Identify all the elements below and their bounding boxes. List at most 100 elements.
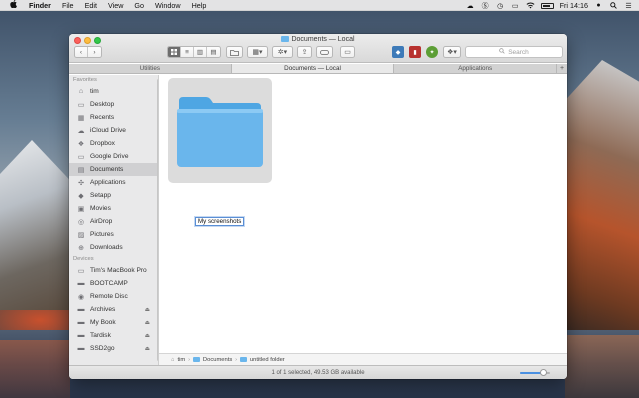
sidebar-item-my-book[interactable]: ▬ My Book ⏏ <box>69 316 158 329</box>
spotlight-icon[interactable] <box>609 2 618 10</box>
sidebar-item-dropbox[interactable]: ❖ Dropbox <box>69 137 158 150</box>
airdrop-icon: ◎ <box>77 218 85 226</box>
home-icon: ⌂ <box>78 88 84 95</box>
column-view-button[interactable]: ▥ <box>194 47 207 57</box>
view-mode-control: ≡ ▥ ▤ <box>167 46 221 58</box>
sidebar-item-setapp[interactable]: ◆ Setapp <box>69 189 158 202</box>
desktop-icon: ▭ <box>77 101 85 109</box>
sidebar-item-macbook-pro[interactable]: ▭ Tim's MacBook Pro <box>69 264 158 277</box>
sidebar-item-pictures[interactable]: ▨ Pictures <box>69 228 158 241</box>
path-item-documents[interactable]: Documents <box>203 357 232 363</box>
disk-icon: ▬ <box>77 345 85 352</box>
sidebar-item-desktop[interactable]: ▭ Desktop <box>69 98 158 111</box>
sidebar-item-label: Tardisk <box>90 332 111 339</box>
search-input[interactable]: Search <box>465 46 563 58</box>
disk-icon: ▬ <box>77 332 85 339</box>
sidebar-item-tardisk[interactable]: ▬ Tardisk ⏏ <box>69 329 158 342</box>
path-bar: ⌂ tim › Documents › untitled folder <box>159 353 567 365</box>
status-bar: 1 of 1 selected, 49.53 GB available <box>69 365 567 379</box>
eject-icon[interactable]: ⏏ <box>145 320 150 326</box>
filename-edit-field[interactable]: My screenshots <box>195 217 245 226</box>
sidebar-item-ssd2go[interactable]: ▬ SSD2go ⏏ <box>69 342 158 355</box>
gallery-view-button[interactable]: ▤ <box>207 47 220 57</box>
sidebar-item-remote-disc[interactable]: ◉ Remote Disc <box>69 290 158 303</box>
wallpaper-lake-glow-left <box>0 340 70 398</box>
setapp-icon: ◆ <box>78 192 84 200</box>
menu-view[interactable]: View <box>108 1 123 10</box>
folder-icon <box>192 357 200 362</box>
path-item-untitled-folder[interactable]: untitled folder <box>250 357 285 363</box>
finder-window: Documents — Local ‹ › ≡ ▥ ▤ ▦▾ ✲▾ ⇪ ▭ ◆ … <box>69 34 567 379</box>
file-browser-content[interactable]: My screenshots <box>159 75 567 353</box>
user-icon[interactable]: ● <box>594 2 603 10</box>
menu-finder[interactable]: Finder <box>29 1 51 10</box>
sidebar-item-label: Remote Disc <box>90 293 128 300</box>
icon-view-button[interactable] <box>168 47 181 57</box>
sidebar-item-recents[interactable]: ▦ Recents <box>69 111 158 124</box>
path-item-tim[interactable]: tim <box>178 357 186 363</box>
sidebar-item-label: SSD2go <box>90 345 115 352</box>
sidebar-item-label: Dropbox <box>90 140 115 147</box>
sidebar-item-movies[interactable]: ▣ Movies <box>69 202 158 215</box>
menu-edit[interactable]: Edit <box>85 1 97 10</box>
sidebar-item-airdrop[interactable]: ◎ AirDrop <box>69 215 158 228</box>
sidebar-item-label: iCloud Drive <box>90 127 126 134</box>
menu-help[interactable]: Help <box>192 1 207 10</box>
sidebar-item-google-drive[interactable]: ▭ Google Drive <box>69 150 158 163</box>
menu-go[interactable]: Go <box>134 1 144 10</box>
share-app-icon[interactable]: ✦ <box>426 46 438 58</box>
window-title: Documents — Local <box>69 36 567 43</box>
skype-icon[interactable]: Ⓢ <box>481 2 490 10</box>
new-folder-button[interactable] <box>226 46 243 58</box>
cloud-icon[interactable]: ☁ <box>466 2 475 10</box>
sidebar-item-applications[interactable]: ✣ Applications <box>69 176 158 189</box>
sidebar: Favorites ⌂ tim ▭ Desktop ▦ Recents ☁ iC… <box>69 75 159 368</box>
display-icon[interactable]: ▭ <box>511 2 520 10</box>
tab-documents[interactable]: Documents — Local <box>231 64 395 73</box>
folder-item-selected[interactable] <box>168 78 272 183</box>
sidebar-item-label: Downloads <box>90 244 123 251</box>
pictures-icon: ▨ <box>77 231 85 239</box>
apple-menu-icon[interactable] <box>8 0 18 10</box>
window-title-text: Documents — Local <box>291 36 355 43</box>
eject-icon[interactable]: ⏏ <box>145 333 150 339</box>
icon-size-slider[interactable] <box>520 369 550 376</box>
wifi-icon[interactable] <box>526 2 535 10</box>
sidebar-item-label: Movies <box>90 205 111 212</box>
sidebar-item-label: BOOTCAMP <box>90 280 128 287</box>
forward-button[interactable]: › <box>88 47 101 57</box>
app-store-toolbar-icon[interactable]: ◆ <box>392 46 404 58</box>
menu-window[interactable]: Window <box>155 1 181 10</box>
action-gear-button[interactable]: ✲▾ <box>272 46 293 58</box>
sidebar-item-archives[interactable]: ▬ Archives ⏏ <box>69 303 158 316</box>
recents-icon: ▦ <box>77 114 85 122</box>
dropbox-menu-button[interactable]: ❖▾ <box>443 46 461 58</box>
sidebar-item-downloads[interactable]: ⊕ Downloads <box>69 241 158 254</box>
downloads-icon: ⊕ <box>78 244 84 252</box>
sidebar-item-bootcamp[interactable]: ▬ BOOTCAMP <box>69 277 158 290</box>
share-button[interactable]: ⇪ <box>297 46 312 58</box>
add-tab-button[interactable]: + <box>557 64 567 73</box>
nav-buttons: ‹ › <box>74 46 102 58</box>
arrange-button[interactable]: ▦▾ <box>247 46 268 58</box>
list-view-button[interactable]: ≡ <box>181 47 194 57</box>
slider-knob[interactable] <box>539 369 547 376</box>
time-machine-icon[interactable]: ◷ <box>496 2 505 10</box>
back-button[interactable]: ‹ <box>75 47 88 57</box>
sidebar-item-tim[interactable]: ⌂ tim <box>69 85 158 98</box>
sidebar-item-label: Desktop <box>90 101 115 108</box>
sidebar-item-documents[interactable]: ▤ Documents <box>69 163 158 176</box>
battery-icon[interactable] <box>540 2 554 9</box>
notification-icon[interactable]: ☰ <box>624 2 633 10</box>
menu-clock[interactable]: Fri 14:16 <box>560 1 588 10</box>
eject-icon[interactable]: ⏏ <box>145 346 150 352</box>
applications-icon: ✣ <box>78 179 84 187</box>
menu-file[interactable]: File <box>62 1 74 10</box>
eject-icon[interactable]: ⏏ <box>145 307 150 313</box>
sidebar-item-icloud-drive[interactable]: ☁ iCloud Drive <box>69 124 158 137</box>
bookmark-app-icon[interactable]: ▮ <box>409 46 421 58</box>
tab-utilities[interactable]: Utilities <box>69 64 232 73</box>
dropbox-toolbar-button[interactable]: ▭ <box>340 46 355 58</box>
tags-button[interactable] <box>316 46 333 58</box>
tab-applications[interactable]: Applications <box>394 64 558 73</box>
